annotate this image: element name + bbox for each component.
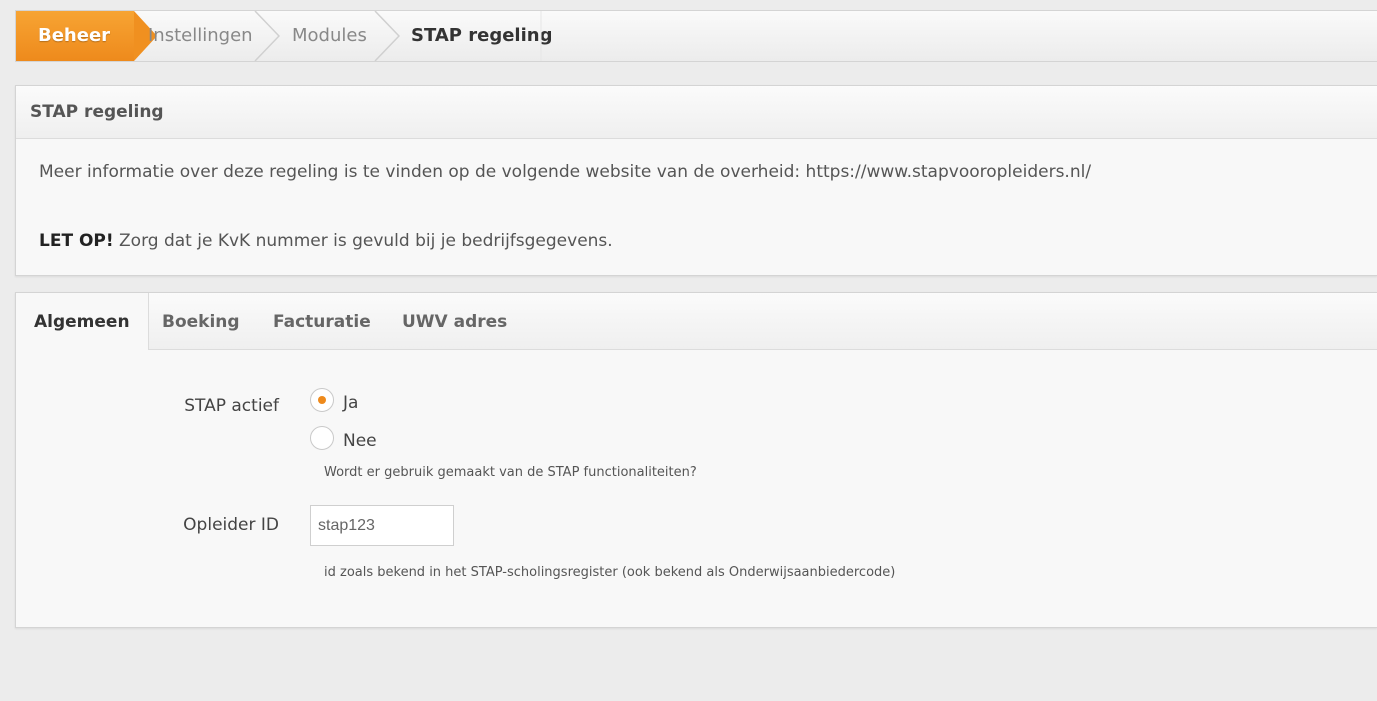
tab-facturatie[interactable]: Facturatie <box>273 293 371 349</box>
warning-label: LET OP! <box>39 231 114 251</box>
chevron-separator-icon <box>374 11 400 61</box>
tab-boeking[interactable]: Boeking <box>162 293 240 349</box>
opleider-id-input[interactable] <box>310 505 454 546</box>
info-panel: STAP regeling Meer informatie over deze … <box>15 85 1377 276</box>
breadcrumb-item-instellingen[interactable]: Instellingen <box>148 11 253 61</box>
tab-bar: Algemeen Boeking Facturatie UWV adres <box>16 293 1377 350</box>
chevron-separator-icon <box>254 11 280 61</box>
chevron-separator-icon <box>540 11 542 61</box>
settings-tabs-panel: Algemeen Boeking Facturatie UWV adres ST… <box>15 292 1377 628</box>
radio-ja[interactable] <box>310 388 334 412</box>
tab-uwv-adres[interactable]: UWV adres <box>402 293 507 349</box>
breadcrumb: Beheer Instellingen Modules STAP regelin… <box>15 10 1377 62</box>
breadcrumb-item-current: STAP regeling <box>411 25 553 46</box>
radio-selected-dot <box>318 396 326 404</box>
warning-message: Zorg dat je KvK nummer is gevuld bij je … <box>113 231 613 251</box>
tab-algemeen[interactable]: Algemeen <box>16 293 149 350</box>
breadcrumb-item-beheer[interactable]: Beheer <box>16 11 157 61</box>
info-text: Meer informatie over deze regeling is te… <box>39 162 1092 182</box>
stap-actief-label: STAP actief <box>184 396 279 416</box>
radio-nee[interactable] <box>310 426 334 450</box>
warning-text: LET OP! Zorg dat je KvK nummer is gevuld… <box>39 231 613 251</box>
breadcrumb-item-modules[interactable]: Modules <box>292 11 367 61</box>
opleider-id-help: id zoals bekend in het STAP-scholingsreg… <box>324 565 896 580</box>
stap-actief-help: Wordt er gebruik gemaakt van de STAP fun… <box>324 465 697 480</box>
radio-nee-label[interactable]: Nee <box>343 431 377 451</box>
opleider-id-label: Opleider ID <box>183 515 279 535</box>
radio-ja-label[interactable]: Ja <box>343 393 358 413</box>
panel-title: STAP regeling <box>16 86 1377 139</box>
